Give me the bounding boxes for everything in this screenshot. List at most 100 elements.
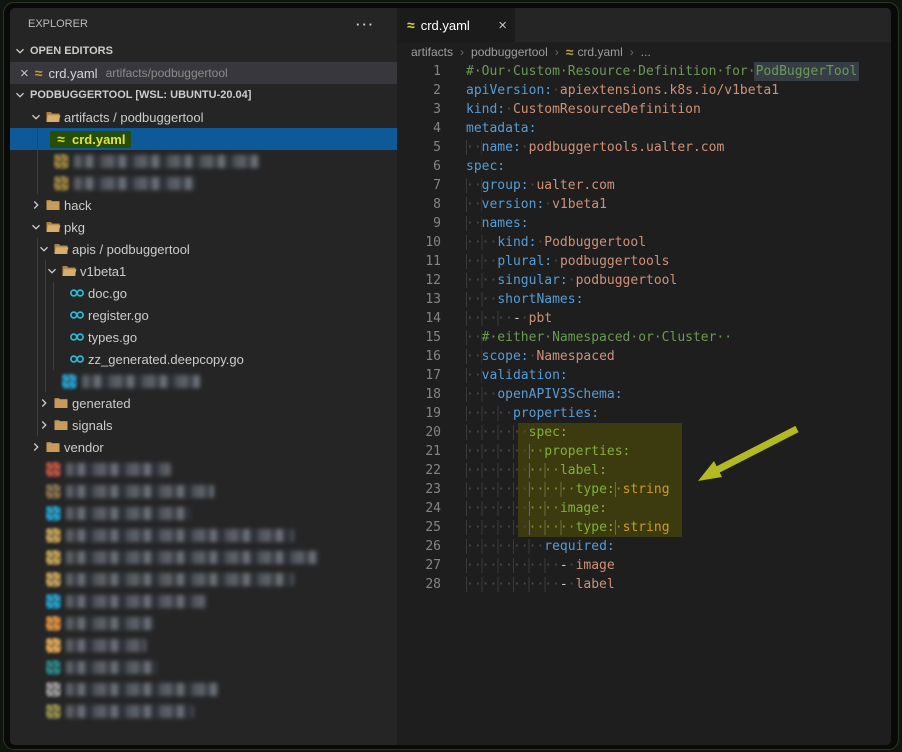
code-line-text[interactable]: ··scope:·Namespaced	[441, 347, 615, 366]
code-line-text[interactable]: ····shortNames:	[441, 290, 583, 309]
tree-item-redacted[interactable]	[10, 458, 397, 480]
line-number[interactable]: 18	[397, 385, 441, 404]
tree-item-redacted[interactable]	[10, 546, 397, 568]
tree-item-pkg[interactable]: pkg	[10, 216, 397, 238]
code-line-text[interactable]: ······-·pbt	[441, 309, 552, 328]
line-number[interactable]: 4	[397, 119, 441, 138]
tree-item-vendor[interactable]: vendor	[10, 436, 397, 458]
code-line-text[interactable]: ····openAPIV3Schema:	[441, 385, 623, 404]
line-number[interactable]: 6	[397, 157, 441, 176]
breadcrumb-item-...[interactable]: ...	[641, 45, 651, 59]
code-line-text[interactable]: ··version:·v1beta1	[441, 195, 607, 214]
line-number[interactable]: 27	[397, 556, 441, 575]
tree-item-redacted[interactable]	[10, 502, 397, 524]
code-line-text[interactable]: ····kind:·Podbuggertool	[441, 233, 646, 252]
code-line-text[interactable]: ············image:	[441, 499, 607, 518]
chevron-down-icon[interactable]	[28, 110, 44, 124]
line-number[interactable]: 1	[397, 62, 441, 81]
tree-item-hack[interactable]: hack	[10, 194, 397, 216]
code-line-text[interactable]: ··········properties:	[441, 442, 630, 461]
tree-item-doc.go[interactable]: doc.go	[10, 282, 397, 304]
tree-item-redacted[interactable]	[10, 590, 397, 612]
breadcrumb-item-crd.yaml[interactable]: ≈crd.yaml	[566, 45, 623, 59]
code-line-text[interactable]: ··#·either·Namespaced·or·Cluster··	[441, 328, 732, 347]
tree-item-generated[interactable]: generated	[10, 392, 397, 414]
line-number[interactable]: 3	[397, 100, 441, 119]
line-number[interactable]: 20	[397, 423, 441, 442]
code-line-text[interactable]: ··············type:·string	[441, 518, 670, 537]
line-number[interactable]: 21	[397, 442, 441, 461]
breadcrumb-item-podbuggertool[interactable]: podbuggertool	[471, 45, 548, 59]
line-number[interactable]: 2	[397, 81, 441, 100]
tree-item-redacted[interactable]	[10, 656, 397, 678]
code-line-text[interactable]: ······properties:	[441, 404, 599, 423]
code-line-text[interactable]: ········spec:	[441, 423, 568, 442]
tree-item-redacted[interactable]	[10, 634, 397, 656]
code-line-text[interactable]: ··name:·podbuggertools.ualter.com	[441, 138, 724, 157]
tree-item-redacted[interactable]	[10, 612, 397, 634]
close-icon[interactable]: ×	[20, 66, 29, 81]
code-line-text[interactable]: ··········required:	[441, 537, 615, 556]
tree-item-redacted[interactable]	[10, 700, 397, 722]
code-line-text[interactable]: ····plural:·podbuggertools	[441, 252, 670, 271]
chevron-down-icon[interactable]	[28, 220, 44, 234]
open-editor-item-crd-yaml[interactable]: × ≈ crd.yaml artifacts/podbuggertool	[10, 62, 397, 84]
tree-item-redacted[interactable]	[10, 524, 397, 546]
line-number[interactable]: 24	[397, 499, 441, 518]
project-section-header[interactable]: PODBUGGERTOOL [WSL: UBUNTU-20.04]	[10, 84, 397, 106]
chevron-down-icon[interactable]	[44, 264, 60, 278]
tree-item-redacted[interactable]	[10, 480, 397, 502]
breadcrumb-item-artifacts[interactable]: artifacts	[411, 45, 453, 59]
line-number[interactable]: 13	[397, 290, 441, 309]
line-number[interactable]: 25	[397, 518, 441, 537]
open-editors-header[interactable]: OPEN EDITORS	[10, 40, 397, 62]
tree-item-redacted[interactable]	[10, 370, 397, 392]
line-number[interactable]: 17	[397, 366, 441, 385]
code-line-text[interactable]: kind:·CustomResourceDefinition	[441, 100, 701, 119]
tree-item-redacted[interactable]	[10, 568, 397, 590]
tree-item-redacted[interactable]	[10, 150, 397, 172]
close-icon[interactable]: ×	[498, 18, 507, 33]
line-number[interactable]: 12	[397, 271, 441, 290]
line-number[interactable]: 9	[397, 214, 441, 233]
line-number[interactable]: 26	[397, 537, 441, 556]
line-number[interactable]: 22	[397, 461, 441, 480]
tree-item-zz-generated.deepcopy.go[interactable]: zz_generated.deepcopy.go	[10, 348, 397, 370]
tree-item-register.go[interactable]: register.go	[10, 304, 397, 326]
tree-item-redacted[interactable]	[10, 678, 397, 700]
tree-item-types.go[interactable]: types.go	[10, 326, 397, 348]
chevron-right-icon[interactable]	[36, 418, 52, 432]
line-number[interactable]: 10	[397, 233, 441, 252]
line-number[interactable]: 16	[397, 347, 441, 366]
chevron-down-icon[interactable]	[36, 242, 52, 256]
chevron-right-icon[interactable]	[36, 396, 52, 410]
tab-crd-yaml[interactable]: ≈ crd.yaml ×	[397, 8, 515, 42]
line-number[interactable]: 23	[397, 480, 441, 499]
code-line-text[interactable]: spec:	[441, 157, 505, 176]
line-number[interactable]: 15	[397, 328, 441, 347]
tree-item-redacted[interactable]	[10, 172, 397, 194]
line-number[interactable]: 7	[397, 176, 441, 195]
code-line-text[interactable]: ············label:	[441, 461, 607, 480]
tree-item-signals[interactable]: signals	[10, 414, 397, 436]
line-number[interactable]: 19	[397, 404, 441, 423]
tree-item-v1beta1[interactable]: v1beta1	[10, 260, 397, 282]
line-number[interactable]: 28	[397, 575, 441, 594]
code-line-text[interactable]: ············-·image	[441, 556, 615, 575]
line-number[interactable]: 8	[397, 195, 441, 214]
more-actions-icon[interactable]: ···	[356, 17, 375, 32]
code-line-text[interactable]: ··············type:·string	[441, 480, 670, 499]
line-number[interactable]: 5	[397, 138, 441, 157]
tree-item-crd.yaml[interactable]: ≈crd.yaml	[10, 128, 397, 150]
tree-item-apis-podbuggertool[interactable]: apis / podbuggertool	[10, 238, 397, 260]
code-line-text[interactable]: ··group:·ualter.com	[441, 176, 615, 195]
code-line-text[interactable]: ··validation:	[441, 366, 568, 385]
code-line-text[interactable]: metadata:	[441, 119, 536, 138]
code-line-text[interactable]: ············-·label	[441, 575, 615, 594]
code-line-text[interactable]: ····singular:·podbuggertool	[441, 271, 677, 290]
code-line-text[interactable]: ··names:	[441, 214, 529, 233]
tree-item-artifacts-podbuggertool[interactable]: artifacts / podbuggertool	[10, 106, 397, 128]
chevron-right-icon[interactable]	[28, 440, 44, 454]
code-line-text[interactable]: #·Our·Custom·Resource·Definition·for·Pod…	[441, 62, 857, 81]
chevron-right-icon[interactable]	[28, 198, 44, 212]
